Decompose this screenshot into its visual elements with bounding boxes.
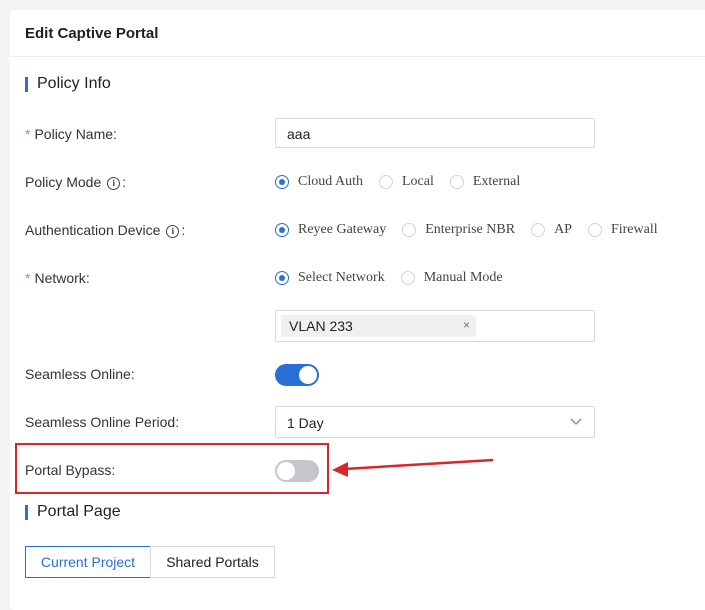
label-colon: : [181,222,186,238]
required-marker: * [25,126,31,142]
annotation-highlight-box [15,443,329,494]
page-title: Edit Captive Portal [25,25,159,42]
radio-reyee-gateway[interactable]: Reyee Gateway [275,222,386,238]
tab-current-project[interactable]: Current Project [25,546,151,578]
tab-shared-portals[interactable]: Shared Portals [150,546,275,578]
toggle-knob [299,366,317,384]
policy-name-input[interactable]: aaa [275,118,595,148]
radio-circle[interactable] [400,271,415,285]
info-icon[interactable]: i [166,225,180,238]
radio-circle-selected[interactable] [275,223,289,237]
radio-cloud-auth[interactable]: Cloud Auth [275,174,363,190]
radio-manual-mode[interactable]: Manual Mode [400,270,503,286]
radio-label: Select Network [298,270,385,285]
auth-device-label-text: Authentication Device [25,222,161,238]
policy-mode-label: Policy Mode i: [25,174,126,190]
policy-name-value: aaa [287,126,311,142]
required-marker: * [25,270,31,286]
section-marker [25,505,28,520]
seamless-online-label: Seamless Online: [25,366,135,382]
radio-circle[interactable] [402,223,417,237]
label-colon: : [130,366,135,382]
label-colon: : [85,270,90,286]
radio-firewall[interactable]: Firewall [587,222,658,238]
policy-name-label: * Policy Name: [25,126,117,142]
radio-label: External [472,174,521,189]
panel-header: Edit Captive Portal [10,10,705,57]
radio-label: Cloud Auth [298,174,363,189]
chevron-down-icon[interactable] [570,415,582,427]
radio-ap[interactable]: AP [531,222,572,238]
radio-circle-selected[interactable] [275,175,289,189]
network-tag-label: VLAN 233 [289,318,353,334]
radio-label: Local [401,174,434,189]
section-marker [25,77,28,92]
seamless-period-label: Seamless Online Period: [25,414,179,430]
policy-mode-label-text: Policy Mode [25,174,102,190]
label-colon: : [175,414,180,430]
info-icon[interactable]: i [107,177,121,190]
seamless-online-toggle[interactable] [275,364,319,386]
network-tag: VLAN 233 × [281,315,476,337]
edit-captive-portal-panel: Edit Captive Portal Policy Info * Policy … [10,10,705,610]
network-label-text: Network [34,270,86,286]
section-title-policy-info: Policy Info [37,75,111,92]
network-radio-group: Select Network Manual Mode [275,270,519,286]
radio-circle[interactable] [587,223,602,237]
radio-label: Firewall [610,222,658,237]
radio-label: Reyee Gateway [298,222,387,237]
radio-circle-selected[interactable] [275,271,289,285]
policy-mode-radio-group: Cloud Auth Local External [275,174,536,190]
radio-local[interactable]: Local [378,174,434,190]
label-colon: : [113,126,117,142]
radio-label: Manual Mode [423,270,503,285]
radio-label: Enterprise NBR [425,222,516,237]
seamless-period-value: 1 Day [287,415,324,431]
radio-select-network[interactable]: Select Network [275,270,385,286]
auth-device-label: Authentication Device i: [25,222,185,238]
radio-circle[interactable] [531,223,546,237]
seamless-period-label-text: Seamless Online Period [25,414,176,430]
radio-label: AP [554,222,572,237]
close-icon[interactable]: × [463,318,470,332]
network-select-input[interactable]: VLAN 233 × [275,310,595,342]
auth-device-radio-group: Reyee Gateway Enterprise NBR AP Firewall [275,222,674,238]
seamless-online-label-text: Seamless Online [25,366,131,382]
radio-circle[interactable] [378,175,393,189]
section-title-portal-page: Portal Page [37,503,121,520]
radio-circle[interactable] [449,175,464,189]
network-label: * Network: [25,270,90,286]
radio-enterprise-nbr[interactable]: Enterprise NBR [402,222,515,238]
annotation-arrow-icon [332,458,494,477]
radio-external[interactable]: External [449,174,521,190]
label-colon: : [122,174,127,190]
policy-name-label-text: Policy Name [34,126,114,142]
seamless-period-select[interactable]: 1 Day [275,406,595,438]
